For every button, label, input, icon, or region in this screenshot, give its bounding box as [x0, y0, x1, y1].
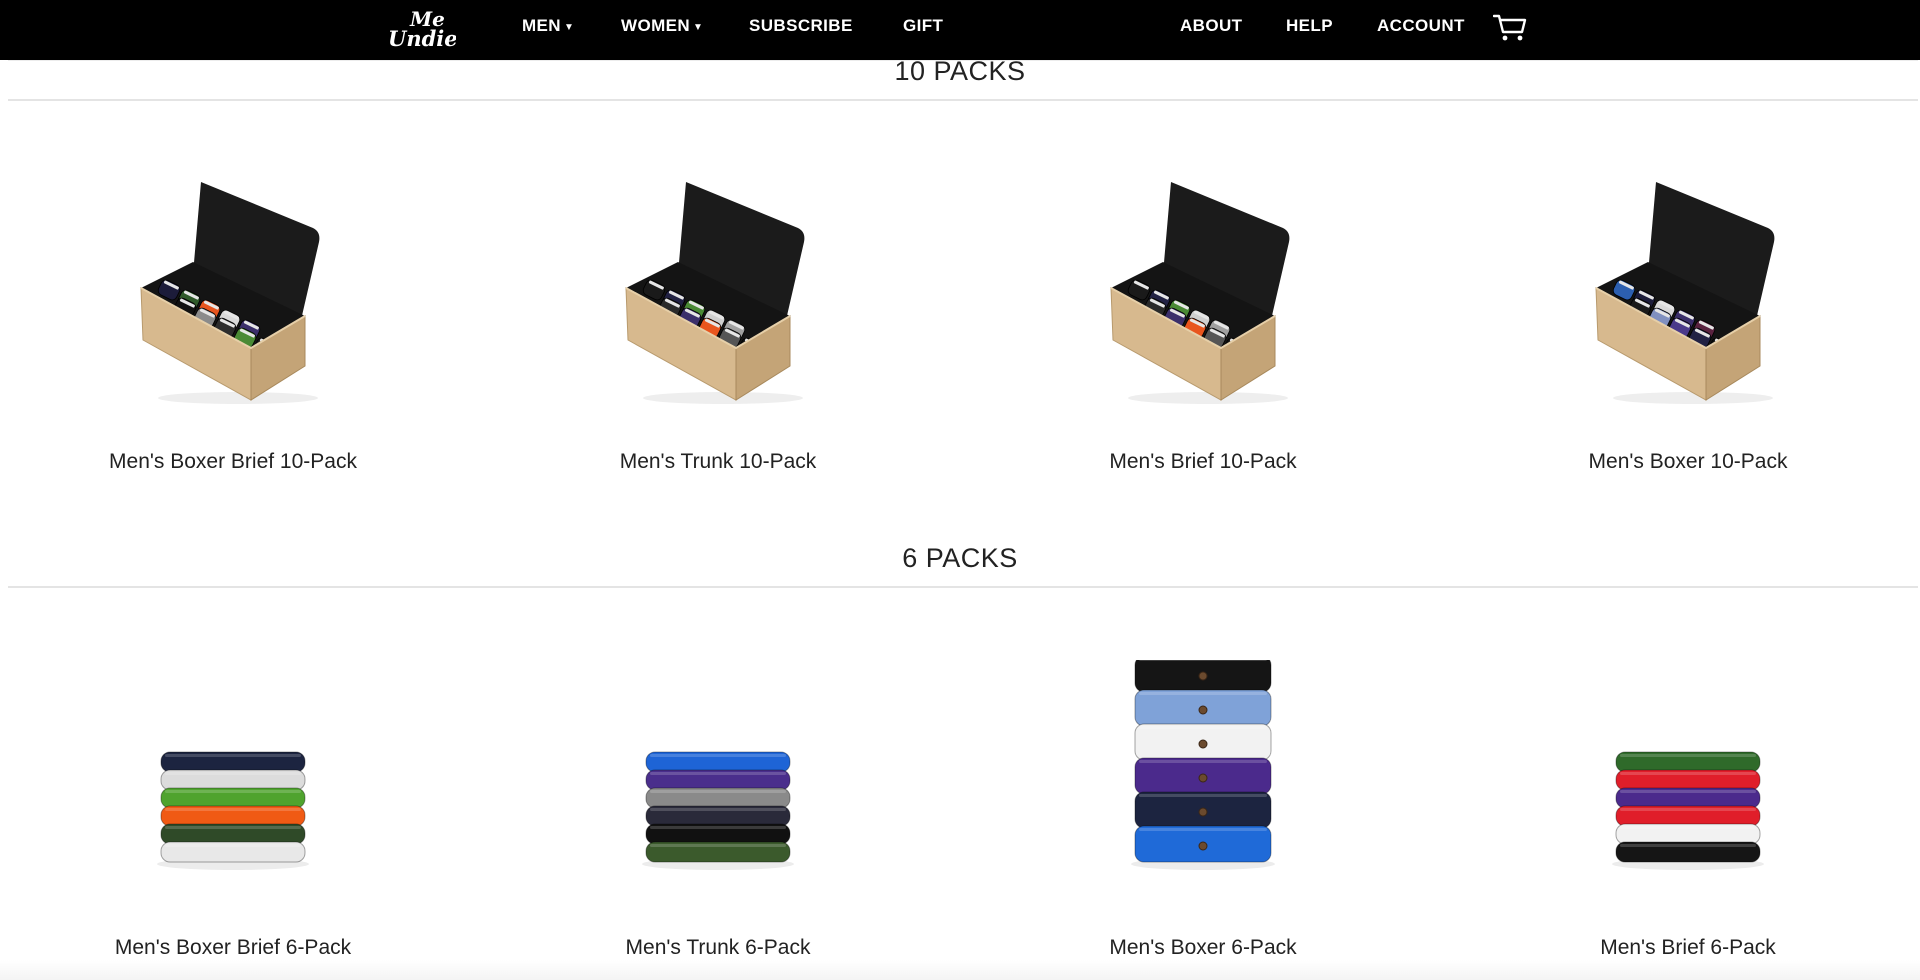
brand-logo[interactable]: Me Undies [386, 6, 470, 52]
chevron-down-icon: ▼ [563, 22, 575, 33]
nav-account-label: ACCOUNT [1377, 16, 1465, 35]
stack-icon [1612, 751, 1764, 870]
product-name: Men's Brief 6-Pack [1600, 936, 1776, 959]
stack-icon [157, 751, 309, 870]
product-card[interactable]: Men's Boxer 6-Pack [993, 660, 1413, 970]
section-divider [8, 99, 1918, 101]
product-name: Men's Boxer Brief 6-Pack [114, 936, 352, 959]
nav-subscribe-label: SUBSCRIBE [749, 16, 853, 35]
section-title-10-packs: 10 PACKS [894, 56, 1026, 86]
product-card[interactable]: Men's Boxer 10-Pack [1478, 160, 1898, 480]
nav-gift[interactable]: GIFT [903, 0, 943, 60]
nav-gift-label: GIFT [903, 16, 944, 35]
product-card[interactable]: Men's Trunk 10-Pack [508, 160, 928, 480]
product-name: Men's Brief 10-Pack [1109, 450, 1297, 473]
nav-women-label: WOMEN [621, 16, 691, 35]
section-title-6-packs: 6 PACKS [902, 543, 1018, 573]
nav-help-label: HELP [1286, 16, 1333, 35]
product-card[interactable]: Men's Boxer Brief 6-Pack [23, 660, 443, 970]
page-bottom-fade [0, 960, 1920, 980]
box-icon [1110, 182, 1290, 404]
product-name: Men's Trunk 6-Pack [625, 936, 811, 959]
nav-men[interactable]: MEN ▼ [522, 0, 574, 60]
svg-text:Undies: Undies [388, 26, 456, 51]
product-name: Men's Boxer 10-Pack [1588, 450, 1788, 473]
product-name: Men's Trunk 10-Pack [619, 450, 817, 473]
section-divider [8, 586, 1918, 588]
chevron-down-icon: ▼ [693, 22, 704, 33]
nav-men-label: MEN [522, 16, 561, 35]
product-card[interactable]: Men's Brief 6-Pack [1478, 660, 1898, 970]
stack-icon [642, 751, 794, 870]
top-navigation-bar: Me Undies MEN▼ WOMEN▼ SUBSCRIBE GIFT ABO… [0, 0, 1920, 60]
nav-women[interactable]: WOMEN ▼ [621, 0, 703, 60]
product-name: Men's Boxer Brief 10-Pack [109, 450, 357, 473]
box-icon [140, 182, 320, 404]
nav-help[interactable]: HELP [1286, 0, 1333, 60]
nav-about-label: ABOUT [1180, 16, 1243, 35]
stack-icon [1131, 660, 1275, 870]
nav-account[interactable]: ACCOUNT [1377, 0, 1465, 60]
product-card[interactable]: Men's Boxer Brief 10-Pack [23, 160, 443, 480]
nav-subscribe[interactable]: SUBSCRIBE [749, 0, 853, 60]
cart-icon[interactable] [1492, 13, 1527, 43]
product-name: Men's Boxer 6-Pack [1109, 936, 1297, 959]
box-icon [1595, 182, 1775, 404]
nav-about[interactable]: ABOUT [1180, 0, 1242, 60]
box-icon [625, 182, 805, 404]
product-card[interactable]: Men's Brief 10-Pack [993, 160, 1413, 480]
product-card[interactable]: Men's Trunk 6-Pack [508, 660, 928, 970]
